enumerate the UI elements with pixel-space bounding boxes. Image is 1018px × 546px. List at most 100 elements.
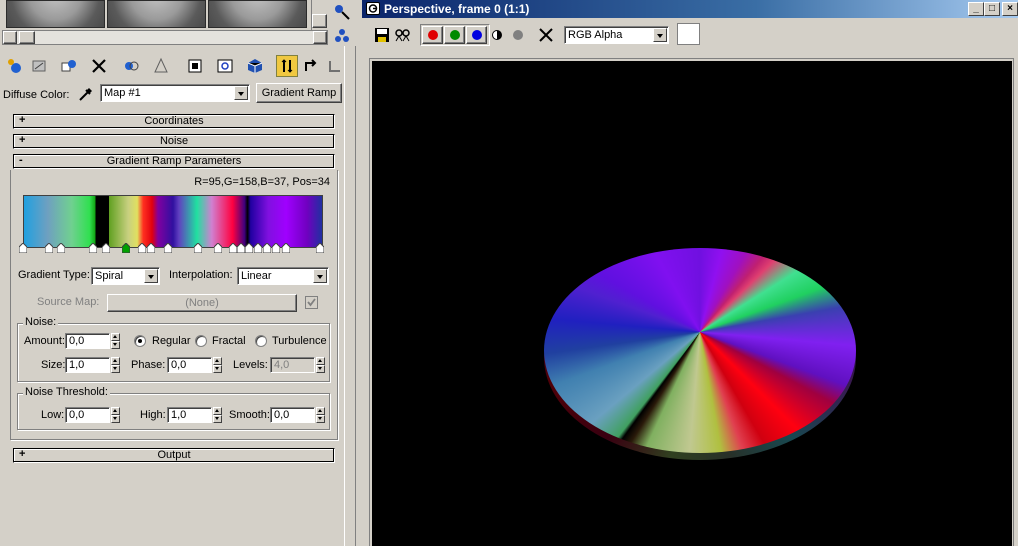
scroll-thumb[interactable] <box>19 31 35 44</box>
chevron-down-icon[interactable] <box>313 269 327 283</box>
slot-vertical-scrollbar[interactable] <box>311 0 327 30</box>
reset-map-icon[interactable] <box>88 55 110 77</box>
noise-fractal-radio[interactable] <box>195 335 207 347</box>
levels-spinner[interactable] <box>316 357 325 373</box>
source-map-button[interactable]: (None) <box>107 294 297 312</box>
ramp-flag-icon[interactable] <box>18 242 28 254</box>
ramp-flag-icon[interactable] <box>228 242 238 254</box>
coordinates-rollout[interactable]: + Coordinates <box>13 114 335 129</box>
ramp-flag-icon[interactable] <box>244 242 254 254</box>
make-unique-icon[interactable] <box>120 55 142 77</box>
clone-window-icon[interactable] <box>394 27 412 43</box>
map-type-button[interactable]: Gradient Ramp <box>256 83 342 103</box>
ramp-flag-icon[interactable] <box>56 242 66 254</box>
amount-input[interactable]: 0,0 <box>65 333 110 349</box>
ramp-flag-icon[interactable] <box>236 242 246 254</box>
show-end-result-icon[interactable] <box>276 55 298 77</box>
ramp-flag-icon[interactable] <box>101 242 111 254</box>
phase-input[interactable]: 0,0 <box>167 357 212 373</box>
save-bitmap-icon[interactable] <box>374 27 390 43</box>
gradient-ramp-bar[interactable] <box>23 195 323 248</box>
ramp-flag-icon[interactable] <box>253 242 263 254</box>
ramp-flag-icon[interactable] <box>213 242 223 254</box>
high-input[interactable]: 1,0 <box>167 407 212 423</box>
interpolation-combo[interactable]: Linear <box>237 267 329 285</box>
noise-turbulence-radio[interactable] <box>255 335 267 347</box>
spinner-down-icon[interactable] <box>111 341 120 349</box>
spinner-down-icon[interactable] <box>213 415 222 423</box>
spinner-down-icon[interactable] <box>111 365 120 373</box>
noise-rollout[interactable]: + Noise <box>13 134 335 149</box>
low-spinner[interactable] <box>111 407 120 423</box>
get-material-icon[interactable] <box>4 55 26 77</box>
gradient-ramp-parameters-rollout[interactable]: - Gradient Ramp Parameters <box>13 154 335 169</box>
ramp-flag-icon[interactable] <box>163 242 173 254</box>
spinner-down-icon[interactable] <box>316 365 325 373</box>
spinner-down-icon[interactable] <box>316 415 325 423</box>
levels-input[interactable]: 4,0 <box>270 357 315 373</box>
ramp-flag-icon[interactable] <box>146 242 156 254</box>
spinner-up-icon[interactable] <box>111 407 120 415</box>
scroll-right-arrow-icon[interactable] <box>313 31 327 44</box>
gradient-type-combo[interactable]: Spiral <box>91 267 160 285</box>
map-name-combo[interactable]: Map #1 <box>100 84 250 102</box>
spinner-up-icon[interactable] <box>213 357 222 365</box>
high-spinner[interactable] <box>213 407 222 423</box>
options-icon[interactable] <box>333 26 351 44</box>
spinner-up-icon[interactable] <box>111 333 120 341</box>
ramp-flag-icon[interactable] <box>262 242 272 254</box>
ramp-flag-icon[interactable] <box>121 242 131 254</box>
spinner-down-icon[interactable] <box>213 365 222 373</box>
size-input[interactable]: 1,0 <box>65 357 110 373</box>
sample-slot-1[interactable] <box>6 0 105 28</box>
spinner-down-icon[interactable] <box>111 415 120 423</box>
amount-spinner[interactable] <box>111 333 120 349</box>
ramp-flag-icon[interactable] <box>88 242 98 254</box>
noise-regular-radio[interactable] <box>134 335 146 347</box>
output-rollout[interactable]: + Output <box>13 448 335 463</box>
ramp-flag-icon[interactable] <box>137 242 147 254</box>
spinner-up-icon[interactable] <box>316 407 325 415</box>
scroll-down-arrow-icon[interactable] <box>312 14 327 28</box>
spinner-up-icon[interactable] <box>316 357 325 365</box>
minimize-icon[interactable]: _ <box>968 2 984 16</box>
pick-map-eyedropper-icon[interactable] <box>77 85 95 103</box>
spinner-up-icon[interactable] <box>111 357 120 365</box>
chevron-down-icon[interactable] <box>234 86 248 100</box>
ramp-flag-icon[interactable] <box>271 242 281 254</box>
smooth-spinner[interactable] <box>316 407 325 423</box>
go-forward-to-sibling-icon[interactable] <box>324 55 346 77</box>
panel-scroll-strip[interactable] <box>344 46 356 546</box>
ramp-flag-icon[interactable] <box>44 242 54 254</box>
size-spinner[interactable] <box>111 357 120 373</box>
maximize-icon[interactable]: □ <box>984 2 1000 16</box>
material-effects-channel-icon[interactable] <box>184 55 206 77</box>
ramp-flag-icon[interactable] <box>281 242 291 254</box>
green-channel-toggle[interactable] <box>444 26 465 44</box>
effects-channel-0-icon[interactable] <box>214 55 236 77</box>
put-to-scene-icon[interactable] <box>28 55 50 77</box>
monochrome-icon[interactable] <box>513 30 523 40</box>
put-to-library-icon[interactable] <box>150 55 172 77</box>
go-to-parent-icon[interactable] <box>300 55 322 77</box>
red-channel-toggle[interactable] <box>422 26 443 44</box>
blue-channel-toggle[interactable] <box>466 26 487 44</box>
chevron-down-icon[interactable] <box>653 28 667 42</box>
clear-icon[interactable] <box>538 27 554 43</box>
assign-material-icon[interactable] <box>58 55 80 77</box>
pick-material-icon[interactable] <box>333 3 351 21</box>
close-icon[interactable]: × <box>1002 2 1018 16</box>
scroll-left-arrow-icon[interactable] <box>3 31 17 44</box>
smooth-input[interactable]: 0,0 <box>270 407 315 423</box>
low-input[interactable]: 0,0 <box>65 407 110 423</box>
sample-slot-2[interactable] <box>107 0 206 28</box>
phase-spinner[interactable] <box>213 357 222 373</box>
spinner-up-icon[interactable] <box>213 407 222 415</box>
chevron-down-icon[interactable] <box>144 269 158 283</box>
display-channel-combo[interactable]: RGB Alpha <box>564 26 669 44</box>
show-map-in-viewport-icon[interactable] <box>244 55 266 77</box>
alpha-channel-icon[interactable] <box>492 30 502 40</box>
source-map-checkbox[interactable] <box>305 296 318 309</box>
color-swatch[interactable] <box>677 23 700 45</box>
window-titlebar[interactable]: Perspective, frame 0 (1:1) _ □ × <box>362 0 1018 18</box>
